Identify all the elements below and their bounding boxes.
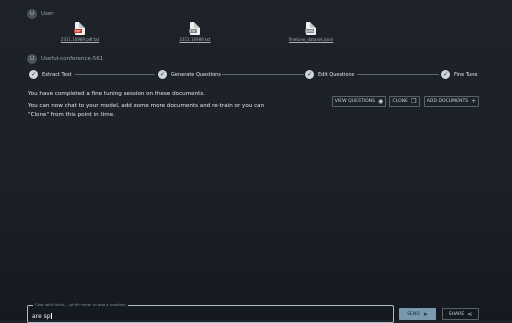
step-connector [357,74,439,75]
share-label: SHARE [448,311,465,317]
step-label: Fine Tune [454,71,478,78]
chat-input-value: are sp [32,313,52,320]
plus-icon: + [471,98,477,105]
step-generate-questions: ✓ Generate Questions [158,70,221,79]
check-icon: ✓ [305,70,314,79]
clone-button[interactable]: CLONE ❐ [389,96,420,107]
check-icon: ✓ [29,70,38,79]
step-label: Extract Text [42,71,72,78]
chat-input[interactable]: Chat with Helix... (shift+enter to add a… [27,302,394,323]
json-file-icon: JSON [305,22,316,35]
file-item-json[interactable]: JSON finetune_dataset.jsonl [286,22,336,42]
file-item-pdf[interactable]: PDF 2311.16989.pdf.txt [55,22,105,42]
message-line: You can now chat to your model, add some… [28,103,265,109]
user-avatar: U [27,9,37,19]
message-line: You have completed a fine tuning session… [28,91,206,97]
txt-file-icon: TXT [189,22,200,35]
step-label: Edit Questions [318,71,355,78]
step-fine-tune: ✓ Fine Tune [441,70,477,79]
assistant-avatar: U [27,54,37,64]
share-button[interactable]: SHARE ⋖ [442,308,479,320]
send-label: SEND [407,311,420,317]
send-button[interactable]: SEND ➤ [399,308,436,320]
assistant-label: Useful-conference-561 [41,56,104,62]
copy-icon: ❐ [411,98,417,105]
pdf-file-icon: PDF [74,22,85,35]
send-icon: ➤ [422,310,428,318]
button-label: VIEW QUESTIONS [334,99,376,104]
file-item-txt[interactable]: TXT 2311.16989.txt [170,22,220,42]
share-icon: ⋖ [467,310,473,318]
file-link[interactable]: 2311.16989.txt [170,37,220,42]
user-label: User [41,11,54,17]
file-link[interactable]: 2311.16989.pdf.txt [55,37,105,42]
add-documents-button[interactable]: ADD DOCUMENTS + [424,96,479,107]
step-label: Generate Questions [171,71,221,78]
step-edit-questions: ✓ Edit Questions [305,70,354,79]
text-caret [51,313,52,319]
eye-icon: ◉ [378,98,384,105]
message-line: "Clone" from this point in time. [28,112,115,118]
file-link[interactable]: finetune_dataset.jsonl [286,37,336,42]
check-icon: ✓ [441,70,450,79]
step-connector [75,74,155,75]
button-label: ADD DOCUMENTS [426,99,469,104]
view-questions-button[interactable]: VIEW QUESTIONS ◉ [332,96,386,107]
step-extract-text: ✓ Extract Text [29,70,72,79]
step-connector [222,74,304,75]
check-icon: ✓ [158,70,167,79]
chat-input-legend: Chat with Helix... (shift+enter to add a… [33,302,129,307]
button-label: CLONE [392,99,409,104]
